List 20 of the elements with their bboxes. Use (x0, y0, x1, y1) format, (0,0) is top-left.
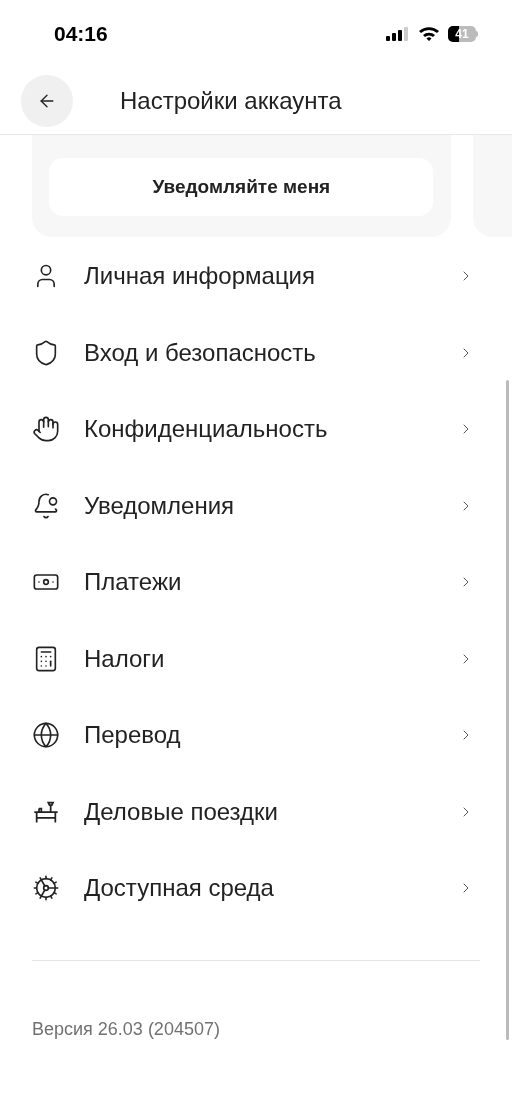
globe-icon (32, 721, 60, 750)
menu-item[interactable]: Доступная среда (0, 850, 512, 927)
menu-item[interactable]: Платежи (0, 544, 512, 621)
signal-icon (386, 27, 410, 41)
page-title: Настройки аккаунта (120, 86, 342, 116)
menu-item[interactable]: Перевод (0, 697, 512, 774)
gear-icon (32, 874, 60, 903)
status-time: 04:16 (54, 21, 108, 48)
menu-item[interactable]: Личная информация (0, 238, 512, 315)
menu-item[interactable]: Деловые поездки (0, 773, 512, 850)
menu-item[interactable]: Уведомления (0, 467, 512, 544)
back-button[interactable] (21, 75, 73, 127)
menu-item[interactable]: Вход и безопасность (0, 314, 512, 391)
bell-icon (32, 491, 60, 520)
menu-item[interactable]: Налоги (0, 620, 512, 697)
version-text: Версия 26.03 (204507) (32, 1017, 221, 1041)
notify-button[interactable]: Уведомляйте меня (49, 158, 434, 216)
menu-item[interactable]: Конфиденциальность (0, 391, 512, 468)
hand-icon (32, 415, 60, 444)
wifi-icon (418, 26, 440, 42)
